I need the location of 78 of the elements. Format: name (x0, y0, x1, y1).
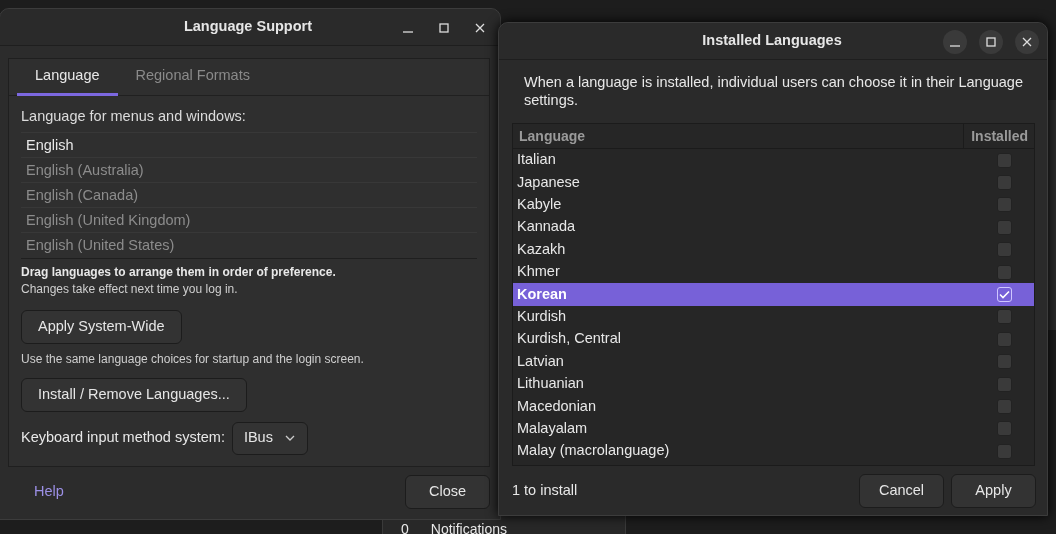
table-row[interactable]: Malayalam (513, 417, 1034, 441)
language-name: Lithuanian (517, 374, 584, 394)
checkbox[interactable] (997, 399, 1012, 414)
change-note: Changes take effect next time you log in. (21, 280, 239, 298)
language-list-item[interactable]: English (United Kingdom) (21, 206, 477, 232)
checkbox[interactable] (997, 242, 1012, 258)
help-link[interactable]: Help (34, 481, 64, 503)
checkbox[interactable] (997, 421, 1012, 437)
tab[interactable]: Language (17, 59, 118, 96)
close-icon (474, 21, 486, 34)
notifications-label: Notifications (430, 522, 508, 534)
window-title: Language Support (183, 17, 313, 37)
language-list-item[interactable]: English (United States) (21, 231, 477, 257)
language-name: Malay (macrolanguage) (517, 441, 670, 461)
language-name: Kannada (517, 217, 576, 237)
language-name: Latvian (517, 351, 564, 371)
table-row[interactable]: Latvian (513, 350, 1034, 373)
language-name: Kurdish, Central (517, 329, 621, 349)
language-list-item[interactable]: English (Canada) (21, 181, 477, 207)
close-icon (1021, 35, 1033, 48)
language-name: Japanese (517, 172, 580, 192)
close-button[interactable] (1015, 29, 1039, 54)
checkbox[interactable] (997, 309, 1012, 325)
window-title: Installed Languages (702, 31, 842, 51)
language-name: Kabyle (517, 195, 562, 215)
column-header[interactable]: Installed (964, 124, 1034, 148)
table-row[interactable]: Kannada (513, 216, 1034, 239)
input-method-label: Keyboard input method system: (21, 428, 225, 448)
minimize-button[interactable] (943, 29, 967, 54)
checkbox[interactable] (997, 197, 1012, 213)
checkbox[interactable] (997, 175, 1012, 191)
notification-count: 0 (401, 522, 409, 534)
install-remove-button[interactable]: Install / Remove Languages... (21, 377, 247, 412)
minimize-icon (950, 44, 960, 47)
maximize-icon (438, 21, 450, 34)
language-name: Kazakh (517, 239, 566, 259)
checkbox[interactable] (997, 376, 1012, 392)
input-method-dropdown[interactable]: IBus (231, 421, 308, 455)
table-row[interactable]: Kurdish (513, 305, 1034, 329)
checkbox[interactable] (997, 264, 1012, 280)
caret-icon (284, 435, 295, 442)
table-row[interactable]: Japanese (513, 171, 1034, 194)
language-list-item[interactable]: English (21, 131, 477, 157)
table-row[interactable]: Korean (513, 283, 1034, 306)
table-row[interactable]: Malay (macrolanguage) (513, 440, 1034, 463)
minimize-icon (403, 30, 413, 33)
language-name: Macedonian (517, 396, 596, 416)
language-name: Italian (517, 150, 556, 170)
table-row[interactable]: Kabyle (513, 193, 1034, 217)
language-name: Malayalam (517, 419, 588, 438)
maximize-icon (985, 35, 997, 48)
table-row[interactable]: Khmer (513, 260, 1034, 284)
language-name: Kurdish (517, 307, 567, 327)
dialog-button[interactable]: Cancel (859, 474, 944, 508)
checkbox[interactable] (997, 152, 1012, 168)
checkbox[interactable] (997, 443, 1012, 459)
column-header[interactable]: Language (513, 124, 964, 148)
system-note: Use the same language choices for startup and the login screen. (21, 350, 365, 368)
maximize-button[interactable] (979, 29, 1003, 54)
drag-hint: Drag languages to arrange them in order of preference. (21, 263, 337, 280)
language-name: Korean (517, 284, 567, 304)
language-list-item[interactable]: English (Australia) (21, 156, 477, 182)
dialog-button[interactable]: Apply (951, 474, 1036, 508)
tab[interactable]: Regional Formats (117, 59, 268, 96)
language-name: Khmer (517, 262, 560, 282)
checkbox[interactable] (997, 331, 1012, 347)
apply-system-wide-button[interactable]: Apply System-Wide (21, 309, 182, 344)
description-text: When a language is installed, individual users can choose it in their Language settings. (524, 73, 1024, 109)
table-row[interactable]: Kurdish, Central (513, 328, 1034, 351)
table-row[interactable]: Kazakh (513, 238, 1034, 261)
table-row[interactable]: Macedonian (513, 395, 1034, 418)
checkbox[interactable] (997, 219, 1012, 235)
close-button[interactable]: Close (405, 475, 490, 509)
checkbox[interactable] (997, 354, 1012, 370)
section-label: Language for menus and windows: (21, 107, 247, 126)
table-row[interactable]: Lithuanian (513, 372, 1034, 396)
table-row[interactable]: Italian (513, 149, 1034, 172)
status-text: 1 to install (512, 481, 578, 501)
